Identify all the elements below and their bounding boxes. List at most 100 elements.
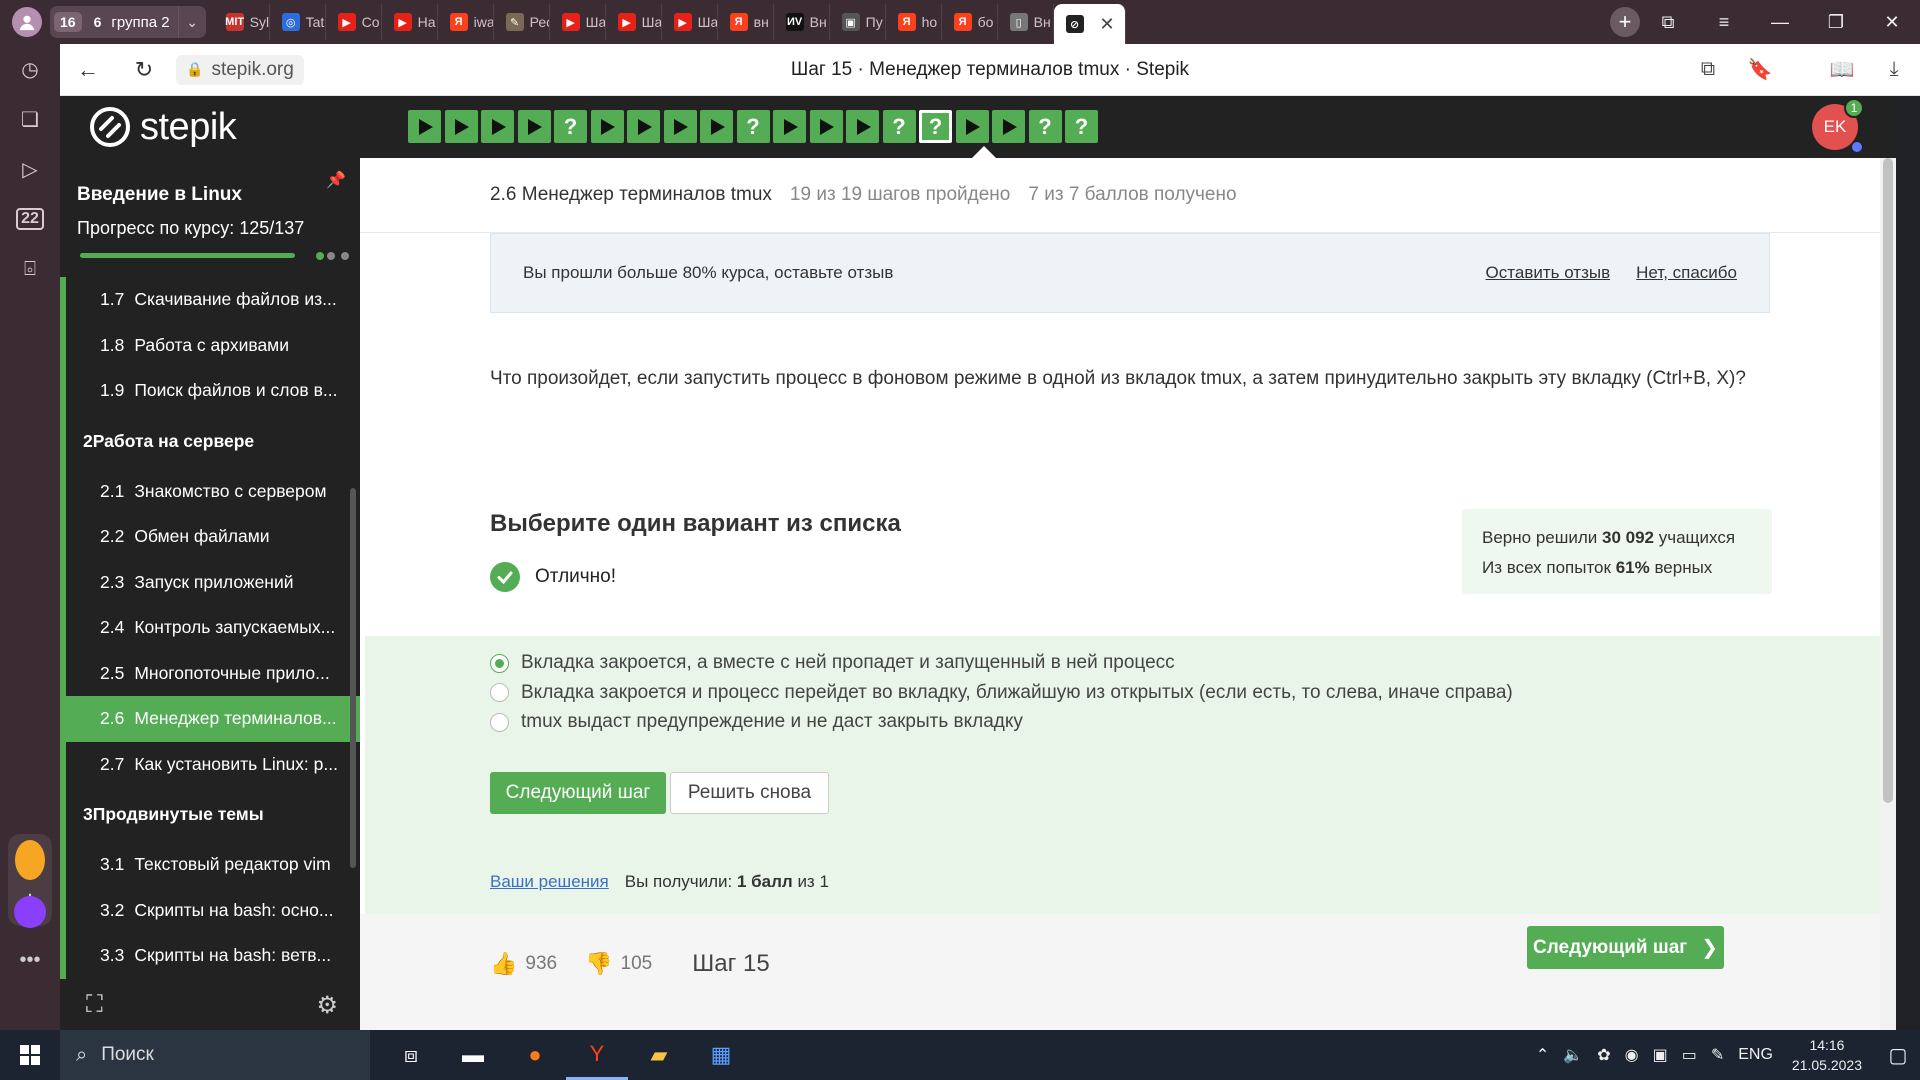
stepik-logo[interactable]: stepik xyxy=(90,106,237,149)
radio-button[interactable] xyxy=(490,653,509,673)
sidebar-lesson[interactable]: 1.8 Работа с архивами xyxy=(60,322,360,368)
taskbar-search[interactable]: ⌕ Поиск xyxy=(60,1030,370,1080)
browser-tab[interactable]: ИV Вн xyxy=(774,4,830,40)
video-step-icon[interactable] xyxy=(517,110,551,143)
yandex-browser-app-icon[interactable]: Y xyxy=(566,1030,628,1080)
bookmark-icon[interactable]: 🔖 xyxy=(1734,57,1786,82)
browser-tab[interactable]: Явн xyxy=(718,4,774,40)
sidebar-lesson[interactable]: 2.6 Менеджер терминалов... xyxy=(60,696,360,742)
browser-tab[interactable]: ▶ Ша xyxy=(606,4,662,40)
pen-icon[interactable]: ✎ xyxy=(1711,1045,1724,1065)
next-step-button[interactable]: Следующий шаг xyxy=(490,772,666,814)
pin-icon[interactable]: 📌 xyxy=(326,170,346,190)
page-scrollbar[interactable] xyxy=(1880,158,1896,1030)
sidebar-lesson[interactable]: 2.1 Знакомство с сервером xyxy=(60,468,360,514)
camera-icon[interactable]: ▣ xyxy=(1653,1045,1668,1065)
sidebar-lesson[interactable]: 2.4 Контроль запускаемых... xyxy=(60,605,360,651)
video-step-icon[interactable] xyxy=(700,110,733,143)
quiz-step-icon[interactable]: ? xyxy=(882,110,916,143)
my-solutions-link[interactable]: Ваши решения xyxy=(490,872,609,892)
browser-tab[interactable]: ▣ Пу xyxy=(830,4,886,40)
sidebar-lesson[interactable]: 2.2 Обмен файлами xyxy=(60,514,360,560)
chevron-down-icon[interactable]: ⌄ xyxy=(177,6,206,38)
decline-feedback-link[interactable]: Нет, спасибо xyxy=(1636,263,1737,283)
battery-icon[interactable]: ▭ xyxy=(1682,1045,1697,1065)
download-icon[interactable]: ⤓ xyxy=(1868,58,1920,81)
thumbs-up-icon[interactable]: 👍 xyxy=(490,951,517,977)
browser-tab[interactable]: MIT Syl xyxy=(214,4,270,40)
quiz-step-icon[interactable]: ? xyxy=(1065,110,1098,143)
video-step-icon[interactable] xyxy=(481,110,514,143)
thumbs-down-icon[interactable]: 👎 xyxy=(585,951,612,977)
video-step-icon[interactable] xyxy=(444,110,478,143)
sun-app-icon[interactable] xyxy=(8,840,52,880)
language-indicator[interactable]: ENG xyxy=(1738,1046,1773,1064)
video-step-icon[interactable] xyxy=(773,110,806,143)
firefox-app-icon[interactable]: ● xyxy=(504,1030,566,1080)
sidebar-lesson[interactable]: 3.1 Текстовый редактор vim xyxy=(60,842,360,888)
screenshot-icon[interactable]: ⌻ xyxy=(0,244,60,294)
sidebar-lesson[interactable]: 1.9 Поиск файлов и слов в... xyxy=(60,368,360,414)
scroll-thumb[interactable] xyxy=(1883,158,1893,803)
video-step-icon[interactable] xyxy=(992,110,1025,143)
reading-list-icon[interactable]: 📖 xyxy=(1816,57,1868,82)
course-title[interactable]: Введение в Linux xyxy=(77,184,343,206)
browser-tab[interactable]: ▶ Ша xyxy=(662,4,718,40)
store-app-icon[interactable]: ▦ xyxy=(690,1030,752,1080)
chrome-tray-icon[interactable]: ◉ xyxy=(1625,1045,1639,1065)
quiz-step-icon[interactable]: ? xyxy=(919,110,952,143)
new-tab-button[interactable]: + xyxy=(1610,7,1640,37)
sidebar-lesson[interactable]: 3.2 Скрипты на bash: осно... xyxy=(60,887,360,933)
more-icon[interactable]: ••• xyxy=(0,949,60,972)
video-step-icon[interactable] xyxy=(408,110,441,143)
sidebar-module[interactable]: 3 Продвинутые темы xyxy=(60,787,360,842)
volume-icon[interactable]: 🔈 xyxy=(1563,1045,1583,1065)
tab-group[interactable]: 16 6 группа 2 ⌄ xyxy=(50,6,206,38)
profile-icon[interactable] xyxy=(12,7,42,37)
calendar-icon[interactable]: 22 xyxy=(0,194,60,244)
browser-tab[interactable]: Ябо xyxy=(942,4,998,40)
menu-icon[interactable]: ≡ xyxy=(1696,12,1752,33)
retry-button[interactable]: Решить снова xyxy=(670,772,829,814)
browser-tab[interactable]: ▶ Ша xyxy=(550,4,606,40)
sidebar-lesson[interactable]: 2.7 Как установить Linux: p... xyxy=(60,741,360,787)
footer-next-step-button[interactable]: Следующий шаг ❯ xyxy=(1527,926,1724,969)
leave-feedback-link[interactable]: Оставить отзыв xyxy=(1486,263,1611,283)
sidebar-lesson[interactable]: 3.3 Скрипты на bash: ветв... xyxy=(60,933,360,979)
radio-button[interactable] xyxy=(490,712,509,732)
restore-button[interactable]: ❐ xyxy=(1808,12,1864,33)
sidebar-lesson[interactable]: 1.7 Скачивание файлов из... xyxy=(60,277,360,323)
alice-icon[interactable] xyxy=(14,896,46,928)
notifications-icon[interactable]: ▢ xyxy=(1876,1043,1920,1068)
close-tab-icon[interactable]: ✕ xyxy=(1100,14,1115,35)
answer-option[interactable]: Вкладка закроется и процесс перейдет во … xyxy=(490,682,1513,704)
sidebar-scrollbar[interactable] xyxy=(350,488,356,868)
video-icon[interactable]: ▷ xyxy=(0,144,60,194)
quiz-step-icon[interactable]: ? xyxy=(1028,110,1062,143)
clock[interactable]: 14:16 21.05.2023 xyxy=(1792,1035,1862,1075)
quiz-step-icon[interactable]: ? xyxy=(736,110,770,143)
video-step-icon[interactable] xyxy=(846,110,879,143)
radio-button[interactable] xyxy=(490,683,509,702)
video-step-icon[interactable] xyxy=(590,110,624,143)
extensions-icon[interactable]: ⧉ xyxy=(1682,58,1734,81)
sidebar-lesson[interactable]: 2.3 Запуск приложений xyxy=(60,559,360,605)
quiz-step-icon[interactable]: ? xyxy=(554,110,587,143)
answer-option[interactable]: tmux выдаст предупреждение и не даст зак… xyxy=(490,711,1023,733)
fullscreen-icon[interactable]: ⛶ xyxy=(86,991,103,1019)
collections-icon[interactable]: ❏ xyxy=(0,94,60,144)
browser-tab[interactable]: ▯ Вн xyxy=(998,4,1054,40)
browser-tab[interactable]: ◎ Tat xyxy=(270,4,326,40)
sidebar-module[interactable]: 2 Работа на сервере xyxy=(60,413,360,469)
browser-tab[interactable]: ▶ Ha xyxy=(382,4,438,40)
file-explorer-app-icon[interactable]: ▰ xyxy=(628,1030,690,1080)
start-button[interactable] xyxy=(0,1045,60,1065)
sidebar-lesson[interactable]: 2.5 Многопоточные прило... xyxy=(60,650,360,696)
video-step-icon[interactable] xyxy=(663,110,697,143)
history-icon[interactable]: ◷ xyxy=(0,44,60,94)
video-step-icon[interactable] xyxy=(809,110,843,143)
avatar[interactable]: EK 1 xyxy=(1812,98,1864,152)
browser-tab-active[interactable]: ⊘ ✕ xyxy=(1053,4,1126,44)
task-view-icon[interactable]: ⧈ xyxy=(380,1030,442,1080)
minimize-button[interactable]: — xyxy=(1752,12,1808,33)
